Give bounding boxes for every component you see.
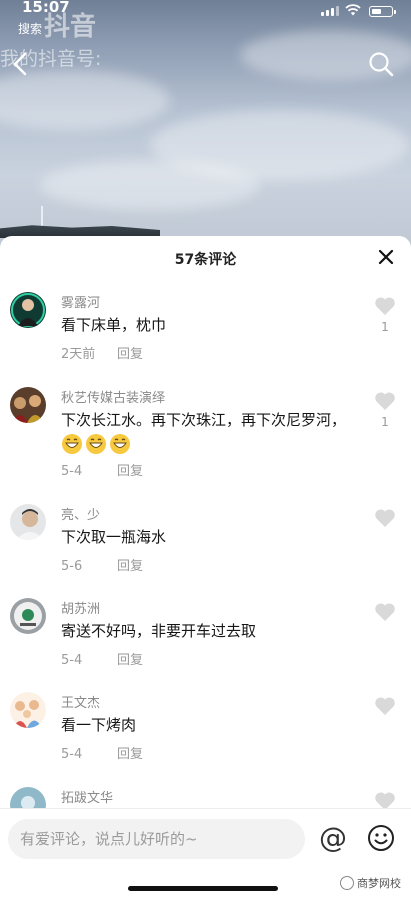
like-button[interactable] xyxy=(373,602,397,622)
comment-meta: 5-4 回复 xyxy=(61,460,143,479)
like-button[interactable]: 1 xyxy=(373,296,397,334)
video-background: 抖音 我的抖音号: 15:07 搜索 xyxy=(0,0,411,250)
comment-input[interactable] xyxy=(8,819,305,859)
comment-username[interactable]: 雾露河 xyxy=(61,292,100,311)
back-icon[interactable] xyxy=(8,50,32,78)
avatar[interactable] xyxy=(10,692,46,728)
like-count: 1 xyxy=(381,415,389,429)
signal-icon xyxy=(321,6,339,16)
comment-meta: 5-4 回复 xyxy=(61,649,143,668)
grin-emoji-icon xyxy=(110,434,130,454)
comment-item: 亮、少 下次取一瓶海水 5-6 回复 xyxy=(0,504,411,580)
like-button[interactable]: 1 xyxy=(373,391,397,429)
comment-date: 5-6 xyxy=(61,559,83,574)
close-icon[interactable] xyxy=(377,248,395,266)
heart-icon xyxy=(375,297,395,315)
comment-username[interactable]: 亮、少 xyxy=(61,504,100,523)
watermark-badge-icon xyxy=(340,876,354,890)
heart-icon xyxy=(375,603,395,621)
comment-meta: 5-6 回复 xyxy=(61,555,143,574)
comments-title: 57条评论 xyxy=(174,252,237,268)
comment-text: 下次长江水。再下次珠江，再下次尼罗河， xyxy=(61,408,361,459)
comment-item: 王文杰 看一下烤肉 5-4 回复 xyxy=(0,692,411,768)
avatar[interactable] xyxy=(10,504,46,540)
heart-icon xyxy=(375,392,395,410)
mention-button[interactable]: @ xyxy=(318,823,348,853)
like-count: 1 xyxy=(381,320,389,334)
heart-icon xyxy=(375,697,395,715)
heart-icon xyxy=(375,509,395,527)
like-button[interactable] xyxy=(373,508,397,528)
comment-meta: 2天前 回复 xyxy=(61,343,143,362)
grin-emoji-icon xyxy=(62,434,82,454)
comment-item: 胡苏洲 寄送不好吗，非要开车过去取 5-4 回复 xyxy=(0,598,411,674)
comment-text-body: 下次长江水。再下次珠江，再下次尼罗河， xyxy=(61,411,347,429)
avatar[interactable] xyxy=(10,598,46,634)
comment-date: 5-4 xyxy=(61,464,83,479)
comment-item: 雾露河 看下床单，枕巾 2天前 回复 1 xyxy=(0,292,411,372)
comment-text: 下次取一瓶海水 xyxy=(61,528,167,546)
comment-username[interactable]: 胡苏洲 xyxy=(61,598,100,617)
source-watermark: 商梦网校 xyxy=(340,875,401,891)
comment-input-bar: @ 商梦网校 xyxy=(0,808,411,898)
battery-icon xyxy=(369,6,396,17)
comment-date: 5-4 xyxy=(61,653,83,668)
avatar[interactable] xyxy=(10,292,46,328)
status-time: 15:07 xyxy=(22,0,70,16)
comment-username[interactable]: 王文杰 xyxy=(61,692,100,711)
status-bar: 15:07 xyxy=(0,0,411,20)
reply-button[interactable]: 回复 xyxy=(117,555,143,574)
comment-date: 5-4 xyxy=(61,747,83,762)
search-label[interactable]: 搜索 xyxy=(18,20,42,37)
comment-meta: 5-4 回复 xyxy=(61,743,143,762)
comments-header: 57条评论 xyxy=(0,236,411,280)
reply-button[interactable]: 回复 xyxy=(117,649,143,668)
avatar[interactable] xyxy=(10,387,46,423)
source-watermark-text: 商梦网校 xyxy=(357,877,401,890)
comment-text: 看下床单，枕巾 xyxy=(61,316,167,334)
comment-item: 秋艺传媒古装演绎 下次长江水。再下次珠江，再下次尼罗河， 5-4 回复 1 xyxy=(0,387,411,487)
comment-text: 看一下烤肉 xyxy=(61,716,137,734)
mast xyxy=(41,206,43,226)
like-button[interactable] xyxy=(373,696,397,716)
reply-button[interactable]: 回复 xyxy=(117,460,143,479)
comment-username[interactable]: 拓跋文华 xyxy=(61,787,113,806)
home-indicator[interactable] xyxy=(128,886,278,891)
comment-date: 2天前 xyxy=(61,347,96,362)
wifi-icon xyxy=(345,4,361,16)
comment-text: 寄送不好吗，非要开车过去取 xyxy=(61,622,257,640)
search-icon[interactable] xyxy=(367,50,395,78)
reply-button[interactable]: 回复 xyxy=(117,743,143,762)
emoji-icon[interactable] xyxy=(367,824,395,852)
reply-button[interactable]: 回复 xyxy=(117,343,143,362)
grin-emoji-icon xyxy=(86,434,106,454)
comments-sheet: 57条评论 雾露河 看下床单，枕巾 2天前 回复 1 秋艺传媒古装演绎 下次长江… xyxy=(0,236,411,898)
comment-username[interactable]: 秋艺传媒古装演绎 xyxy=(61,387,165,406)
